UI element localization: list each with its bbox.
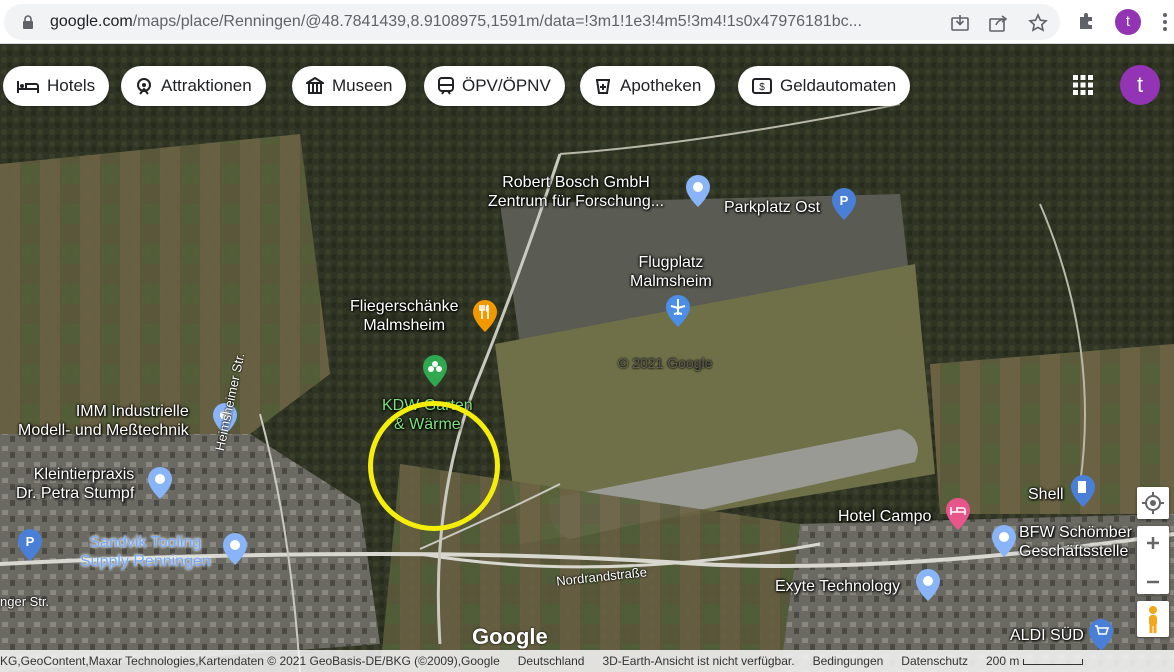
place-bfw-line2: Geschäftsstelle — [1019, 543, 1129, 560]
garden-pin-icon[interactable] — [422, 354, 448, 388]
place-sandvik[interactable]: Sandvik Tooling Supply Renningen — [80, 533, 211, 571]
browser-menu-icon[interactable] — [1160, 12, 1170, 32]
place-bfw-line1: BFW Schömber — [1019, 524, 1132, 541]
zoom-out-icon[interactable] — [1137, 565, 1169, 599]
chip-attraktionen[interactable]: Attraktionen — [121, 66, 266, 106]
place-pin-icon[interactable] — [915, 568, 941, 602]
browser-toolbar: google.com/maps/place/Renningen/@48.7841… — [0, 0, 1174, 44]
restaurant-pin-icon[interactable] — [472, 299, 498, 333]
place-shell[interactable]: Shell — [1028, 485, 1064, 504]
hotel-pin-icon[interactable] — [945, 497, 971, 531]
scale-label: 200 m — [986, 654, 1020, 668]
chip-hotels[interactable]: Hotels — [3, 66, 110, 106]
place-bosch-line1: Robert Bosch GmbH — [502, 174, 650, 191]
chip-apotheken-label: Apotheken — [620, 76, 702, 95]
airport-pin-icon[interactable] — [665, 294, 691, 328]
zoom-controls — [1137, 526, 1169, 594]
extensions-puzzle-icon[interactable] — [1076, 10, 1098, 32]
attraction-icon — [137, 78, 151, 95]
country-link[interactable]: Deutschland — [518, 654, 585, 668]
place-flugplatz-line1: Flugplatz — [638, 254, 704, 271]
url-host: google.com — [50, 13, 133, 30]
bed-icon — [17, 81, 39, 93]
place-exyte[interactable]: Exyte Technology — [775, 577, 900, 596]
my-location-button[interactable] — [1137, 487, 1169, 519]
account-avatar[interactable]: t — [1120, 65, 1160, 105]
attribution-text: KG,GeoContent,Maxar Technologies,Kartend… — [0, 654, 500, 668]
place-fliegerschaenke-line2: Malmsheim — [363, 317, 446, 334]
earth-note: 3D-Earth-Ansicht ist nicht verfügbar. — [602, 654, 795, 668]
gas-station-pin-icon[interactable] — [1070, 474, 1096, 508]
pegman-button[interactable] — [1137, 601, 1169, 637]
place-imm[interactable]: IMM Industrielle Modell- und Meßtechnik — [18, 402, 189, 440]
chip-attraktionen-label: Attraktionen — [161, 76, 252, 95]
place-bosch[interactable]: Robert Bosch GmbH Zentrum für Forschung.… — [488, 173, 664, 211]
place-hotel-campo[interactable]: Hotel Campo — [838, 507, 931, 526]
location-target-icon — [1142, 492, 1164, 514]
chip-oepnv[interactable]: ÖPV/ÖPNV — [424, 66, 565, 106]
place-sandvik-line2: Supply Renningen — [80, 553, 211, 570]
parking-pin-icon[interactable]: P — [831, 187, 857, 221]
lock-icon — [23, 15, 33, 29]
shopping-pin-icon[interactable] — [1088, 618, 1114, 652]
chip-geldautomaten-label: Geldautomaten — [780, 76, 897, 95]
atm-icon: $ — [752, 78, 772, 94]
svg-text:P: P — [26, 534, 35, 549]
place-pin-icon[interactable] — [685, 174, 711, 208]
map-footer: KG,GeoContent,Maxar Technologies,Kartend… — [0, 650, 1174, 672]
bookmark-star-icon[interactable] — [1027, 12, 1049, 34]
terms-link[interactable]: Bedingungen — [813, 654, 884, 668]
place-fliegerschaenke-line1: Fliegerschänke — [350, 298, 459, 315]
place-parkplatz-ost[interactable]: Parkplatz Ost — [724, 198, 820, 217]
chip-museen[interactable]: Museen — [292, 66, 407, 106]
road-anger: nger Str. — [0, 594, 50, 609]
place-flugplatz[interactable]: Flugplatz Malmsheim — [630, 253, 712, 291]
chip-museen-label: Museen — [332, 76, 393, 95]
place-pin-icon[interactable] — [222, 532, 248, 566]
privacy-link[interactable]: Datenschutz — [901, 654, 968, 668]
url-path: /maps/place/Renningen/@48.7841439,8.9108… — [132, 13, 862, 30]
google-logo: Google — [472, 624, 548, 649]
google-apps-icon[interactable] — [1072, 74, 1094, 96]
place-pin-icon[interactable] — [147, 466, 173, 500]
place-aldi[interactable]: ALDI SÜD — [1010, 626, 1084, 645]
install-app-icon[interactable] — [949, 12, 971, 34]
address-bar[interactable]: google.com/maps/place/Renningen/@48.7841… — [4, 4, 1060, 40]
place-bfw[interactable]: BFW Schömber Geschäftsstelle — [1019, 523, 1132, 561]
url-text[interactable]: google.com/maps/place/Renningen/@48.7841… — [50, 13, 930, 31]
place-imm-line1: IMM Industrielle — [75, 403, 189, 420]
chip-geldautomaten[interactable]: $ Geldautomaten — [738, 66, 911, 106]
place-bosch-line2: Zentrum für Forschung... — [488, 193, 665, 210]
transit-icon — [438, 77, 454, 95]
place-flugplatz-line2: Malmsheim — [630, 273, 712, 290]
svg-text:P: P — [840, 193, 849, 208]
pharmacy-icon — [596, 79, 610, 94]
place-fliegerschaenke[interactable]: Fliegerschänke Malmsheim — [350, 297, 459, 335]
scale-control[interactable]: 200 m — [986, 654, 1084, 668]
chip-oepnv-label: ÖPV/ÖPNV — [462, 76, 551, 95]
place-kleintier-line1: Kleintierpraxis — [33, 466, 135, 483]
place-kleintier-line2: Dr. Petra Stumpf — [16, 485, 135, 502]
browser-profile-avatar[interactable]: t — [1115, 9, 1141, 35]
place-kleintierpraxis[interactable]: Kleintierpraxis Dr. Petra Stumpf — [16, 465, 134, 503]
place-imm-line2: Modell- und Meßtechnik — [18, 422, 189, 439]
chip-hotels-label: Hotels — [47, 76, 96, 95]
museum-icon — [306, 77, 324, 94]
highlight-circle — [368, 401, 500, 531]
scale-bar — [1023, 658, 1084, 665]
place-pin-icon[interactable] — [991, 524, 1017, 558]
imagery-watermark: © 2021 Google — [618, 355, 713, 371]
chip-apotheken[interactable]: Apotheken — [580, 66, 716, 106]
place-sandvik-line1: Sandvik Tooling — [89, 534, 202, 551]
parking-pin-icon[interactable]: P — [17, 528, 43, 562]
pegman-icon — [1149, 606, 1157, 633]
zoom-in-icon[interactable] — [1137, 526, 1169, 560]
satellite-map[interactable]: Hotels Attraktionen Museen ÖPV/ÖPNV Apot… — [0, 44, 1174, 672]
svg-text:$: $ — [759, 82, 765, 93]
share-icon[interactable] — [987, 12, 1009, 34]
